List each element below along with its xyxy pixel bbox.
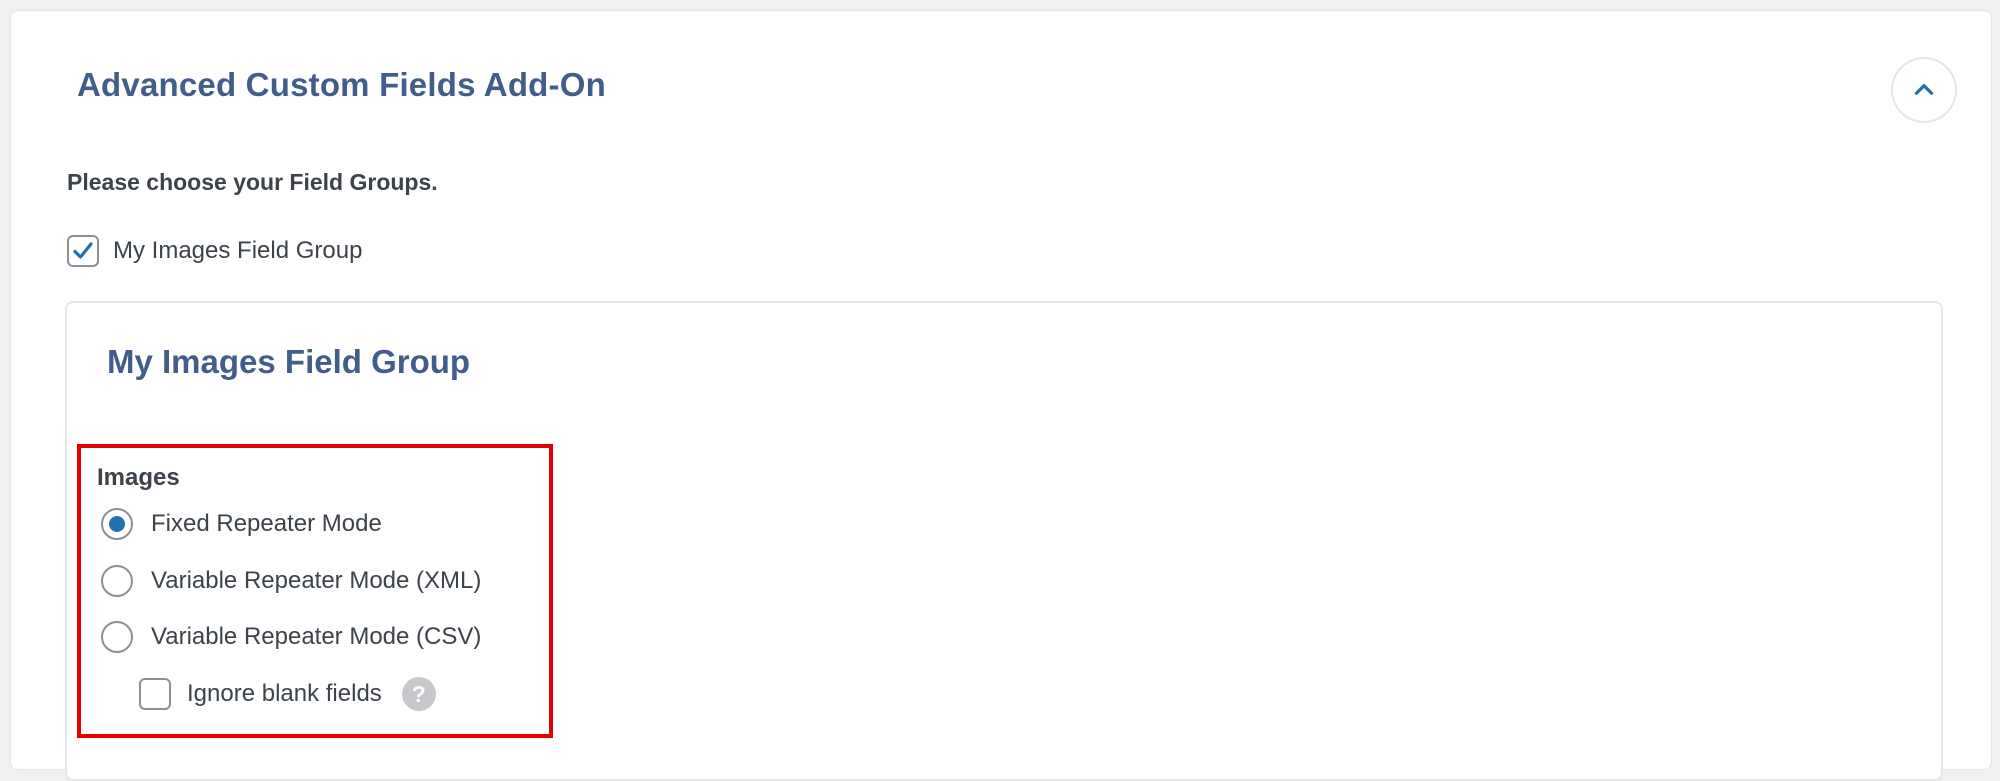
intro-text: Please choose your Field Groups. — [67, 169, 438, 195]
field-group-label: My Images Field Group — [113, 237, 363, 264]
mode-label-fixed: Fixed Repeater Mode — [151, 510, 382, 537]
mode-label-xml: Variable Repeater Mode (XML) — [151, 567, 482, 594]
field-group-card: My Images Field Group Images Fixed Repea… — [65, 301, 1943, 781]
mode-option-fixed[interactable]: Fixed Repeater Mode — [101, 506, 382, 542]
radio-fixed[interactable] — [101, 508, 133, 540]
field-group-option[interactable]: My Images Field Group — [67, 233, 362, 269]
ignore-blank-checkbox[interactable] — [139, 678, 171, 710]
chevron-up-icon — [1914, 84, 1934, 95]
radio-csv[interactable] — [101, 621, 133, 653]
field-group-card-title: My Images Field Group — [107, 343, 471, 380]
acf-addon-panel: Advanced Custom Fields Add-On Please cho… — [10, 10, 1992, 781]
help-icon[interactable]: ? — [401, 677, 436, 711]
mode-option-csv[interactable]: Variable Repeater Mode (CSV) — [101, 619, 481, 655]
radio-xml[interactable] — [101, 565, 133, 597]
images-field-highlight: Images Fixed Repeater Mode Variable Repe… — [77, 444, 553, 738]
ignore-blank-option[interactable]: Ignore blank fields ? — [139, 674, 436, 714]
panel-title: Advanced Custom Fields Add-On — [77, 66, 606, 103]
collapse-button[interactable] — [1891, 57, 1957, 123]
ignore-blank-label: Ignore blank fields — [187, 680, 382, 707]
mode-label-csv: Variable Repeater Mode (CSV) — [151, 623, 482, 650]
radio-selected-dot — [109, 516, 125, 532]
images-field-label: Images — [97, 464, 180, 491]
mode-option-xml[interactable]: Variable Repeater Mode (XML) — [101, 563, 481, 599]
field-group-checkbox[interactable] — [67, 235, 99, 267]
checkmark-icon — [73, 242, 93, 259]
